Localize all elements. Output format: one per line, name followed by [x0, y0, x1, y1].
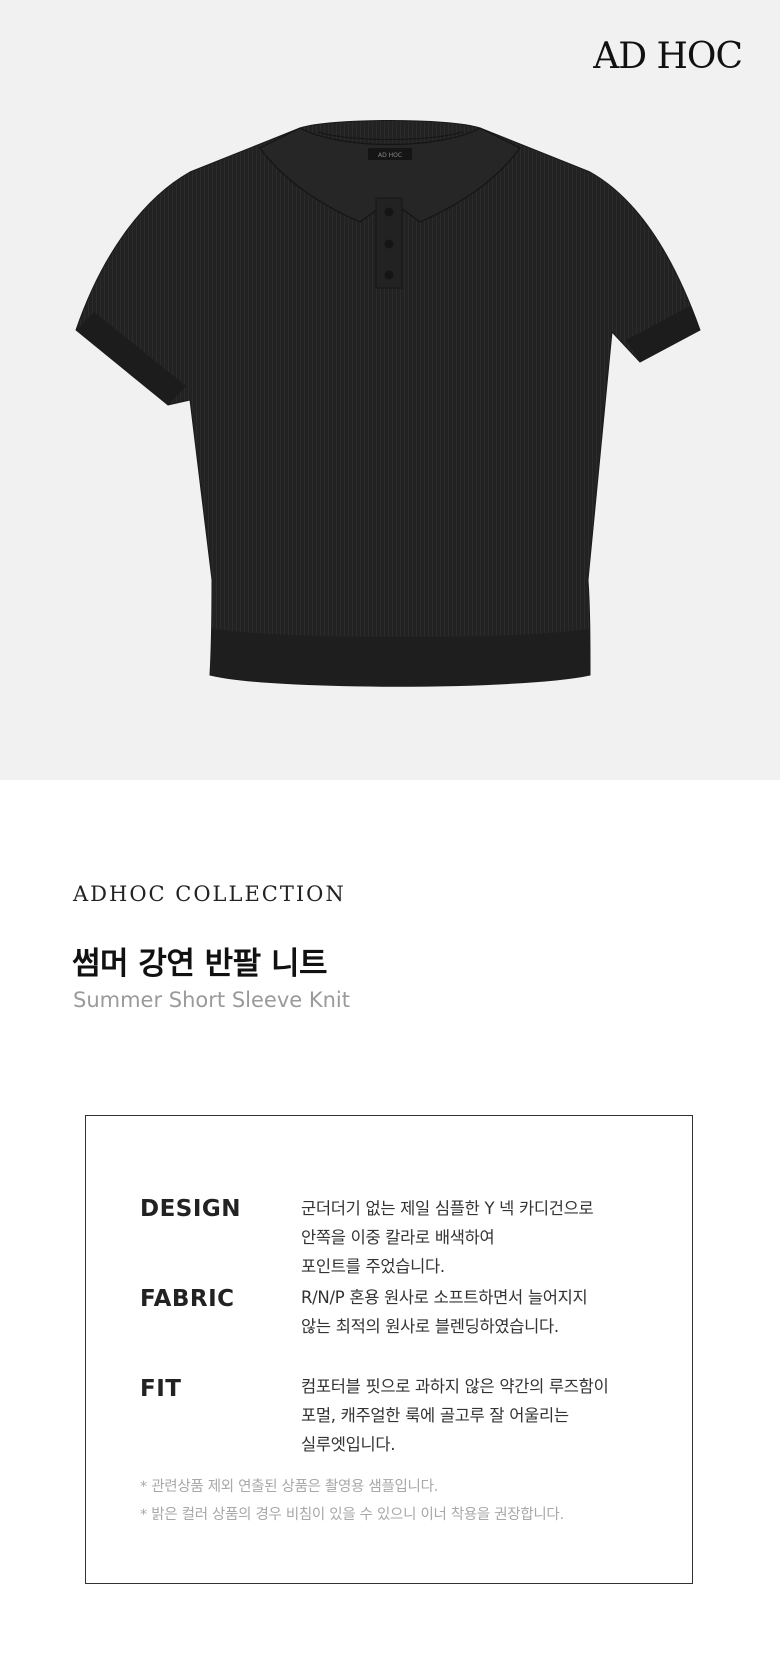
design-line: 포인트를 주었습니다. — [301, 1257, 445, 1276]
fit-line: 실루엣입니다. — [301, 1435, 396, 1454]
fabric-label: FABRIC — [140, 1286, 235, 1312]
fit-line: 컴포터블 핏으로 과하지 않은 약간의 루즈함이 — [301, 1377, 609, 1396]
note-line: * 관련상품 제외 연출된 상품은 촬영용 샘플입니다. — [140, 1479, 438, 1495]
design-line: 군더더기 없는 제일 심플한 Y 넥 카디건으로 — [301, 1199, 594, 1218]
brand-logo: AD HOC — [593, 36, 743, 77]
fabric-line: 않는 최적의 원사로 블렌딩하였습니다. — [301, 1317, 559, 1336]
product-title-english: Summer Short Sleeve Knit — [73, 988, 350, 1012]
product-notes: * 관련상품 제외 연출된 상품은 촬영용 샘플입니다. * 밝은 컬러 상품의… — [140, 1473, 564, 1529]
product-details-box: DESIGN 군더더기 없는 제일 심플한 Y 넥 카디건으로 안쪽을 이중 칼… — [85, 1115, 693, 1584]
fabric-description: R/N/P 혼용 원사로 소프트하면서 늘어지지 않는 최적의 원사로 블렌딩하… — [301, 1283, 661, 1341]
fit-description: 컴포터블 핏으로 과하지 않은 약간의 루즈함이 포멀, 캐주얼한 룩에 골고루… — [301, 1372, 661, 1459]
note-line: * 밝은 컬러 상품의 경우 비침이 있을 수 있으니 이너 착용을 권장합니다… — [140, 1507, 564, 1523]
fabric-line: R/N/P 혼용 원사로 소프트하면서 늘어지지 — [301, 1288, 588, 1307]
product-title-korean: 썸머 강연 반팔 니트 — [72, 946, 328, 982]
design-line: 안쪽을 이중 칼라로 배색하여 — [301, 1228, 495, 1247]
design-description: 군더더기 없는 제일 심플한 Y 넥 카디건으로 안쪽을 이중 칼라로 배색하여… — [301, 1194, 661, 1281]
polo-knit-shirt-image: AD HOC — [75, 120, 701, 687]
shirt-tag-label: AD HOC — [378, 152, 402, 159]
collection-label: ADHOC COLLECTION — [73, 882, 346, 906]
design-label: DESIGN — [140, 1196, 242, 1222]
product-hero-image: AD HOC AD HOC — [0, 0, 780, 780]
fit-label: FIT — [140, 1376, 182, 1402]
fit-line: 포멀, 캐주얼한 룩에 골고루 잘 어울리는 — [301, 1406, 569, 1425]
